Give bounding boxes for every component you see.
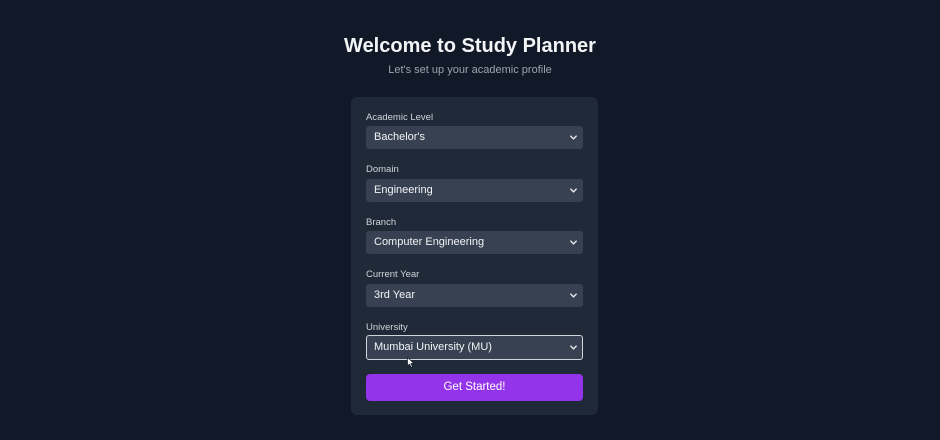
branch-select[interactable]: Computer Engineering	[366, 231, 583, 254]
university-select[interactable]: Mumbai University (MU)	[366, 335, 583, 360]
university-label: University	[366, 322, 408, 333]
domain-select[interactable]: Engineering	[366, 179, 583, 202]
page-subtitle: Let's set up your academic profile	[388, 64, 552, 76]
chevron-down-icon	[570, 345, 577, 350]
mouse-pointer-icon	[407, 357, 415, 368]
branch-value: Computer Engineering	[374, 236, 485, 248]
page-title: Welcome to Study Planner	[344, 35, 596, 57]
current-year-label: Current Year	[366, 269, 420, 280]
academic-level-label: Academic Level	[366, 112, 434, 123]
domain-value: Engineering	[374, 184, 433, 196]
domain-label: Domain	[366, 164, 399, 175]
chevron-down-icon	[570, 135, 577, 140]
academic-level-value: Bachelor's	[374, 131, 426, 143]
profile-form-card: Academic Level Bachelor's Domain Enginee…	[351, 97, 598, 415]
current-year-select[interactable]: 3rd Year	[366, 284, 583, 307]
branch-label: Branch	[366, 217, 397, 228]
current-year-value: 3rd Year	[374, 289, 415, 301]
chevron-down-icon	[570, 188, 577, 193]
chevron-down-icon	[570, 293, 577, 298]
chevron-down-icon	[570, 240, 577, 245]
university-value: Mumbai University (MU)	[374, 341, 492, 353]
get-started-button[interactable]: Get Started!	[366, 374, 583, 401]
academic-level-select[interactable]: Bachelor's	[366, 126, 583, 149]
